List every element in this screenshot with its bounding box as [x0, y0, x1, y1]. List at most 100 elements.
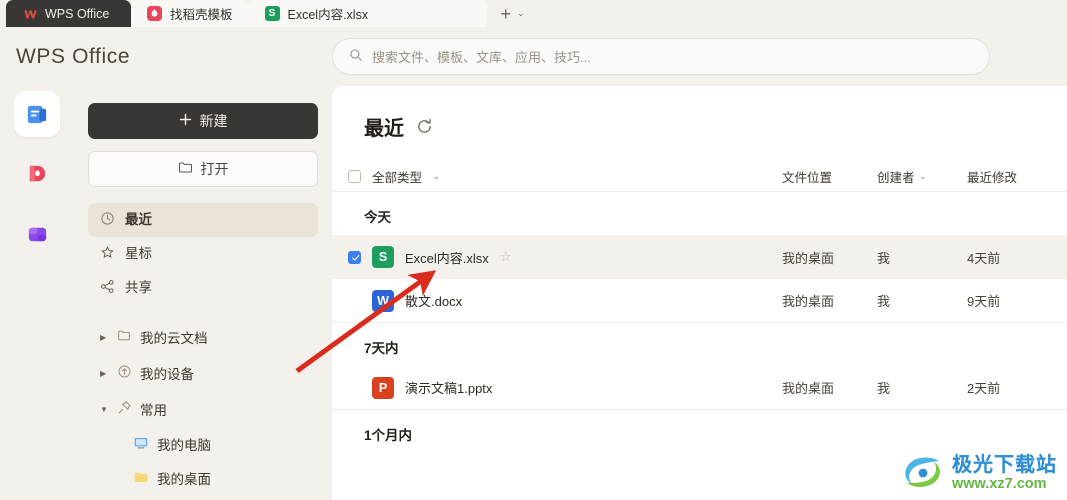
column-creator[interactable]: 创建者 ⌄ [877, 167, 967, 186]
tab-label: Excel内容.xlsx [287, 8, 369, 22]
new-button-label: 新建 [199, 113, 228, 129]
refresh-icon[interactable] [416, 118, 433, 135]
tab-excel-file[interactable]: S Excel内容.xlsx [248, 0, 487, 27]
search-area: 搜索文件、模板、文库、应用、技巧... [332, 38, 1067, 75]
excel-file-icon: S [372, 246, 394, 268]
column-type-filter-label: 全部类型 [372, 171, 423, 185]
select-all-checkbox[interactable] [348, 170, 361, 183]
search-input[interactable]: 搜索文件、模板、文库、应用、技巧... [332, 38, 990, 75]
expand-arrow-icon[interactable]: ▶ [100, 369, 109, 378]
file-creator: 我 [877, 381, 891, 396]
table-row[interactable]: S Excel内容.xlsx ☆ 我的桌面 我 4天前 [332, 235, 1067, 279]
column-type-filter[interactable]: 全部类型 ⌄ [361, 167, 782, 186]
file-creator: 我 [877, 294, 891, 309]
monitor-icon [133, 435, 149, 454]
desktop-folder-icon [133, 469, 149, 488]
docer-app-icon [29, 165, 45, 181]
group-label-within-1-month: 1个月内 [364, 428, 413, 443]
tree-item-label: 常用 [140, 403, 167, 418]
rail-item-documents[interactable] [14, 91, 60, 137]
file-name: 散文.docx [405, 294, 463, 309]
tab-bar: WPS Office 找稻壳模板 S Excel内容.xlsx + ⌄ [0, 0, 1067, 27]
chevron-down-icon[interactable]: ⌄ [517, 9, 525, 18]
expand-arrow-icon[interactable]: ▶ [100, 333, 109, 342]
open-button-label: 打开 [200, 161, 229, 177]
wps-office-window: WPS Office 找稻壳模板 S Excel内容.xlsx + ⌄ WPS … [0, 0, 1067, 500]
powerpoint-file-icon: P [372, 376, 394, 399]
tab-label: 找稻壳模板 [170, 8, 233, 22]
sidebar-item-label: 星标 [125, 246, 152, 262]
search-icon [349, 48, 363, 65]
chevron-down-icon[interactable]: ⌄ [433, 172, 440, 181]
tree-item-my-desktop[interactable]: 我的桌面 [88, 461, 318, 495]
new-tab-button[interactable]: + [501, 5, 512, 23]
file-modified: 9天前 [967, 294, 1001, 309]
folder-icon [117, 328, 132, 346]
sidebar-item-recent[interactable]: 最近 [88, 203, 318, 237]
word-file-icon: W [372, 289, 394, 312]
table-row[interactable]: P 演示文稿1.pptx 我的桌面 我 2天前 [332, 366, 1067, 410]
sidebar-nav-list: 最近 星标 共享 [88, 203, 318, 305]
share-icon [100, 279, 115, 297]
file-location: 我的桌面 [782, 250, 835, 266]
tab-label: WPS Office [45, 6, 110, 21]
group-label-today: 今天 [364, 210, 391, 225]
column-location: 文件位置 [782, 171, 833, 185]
tab-bar-actions: + ⌄ [487, 0, 535, 27]
plus-icon [179, 113, 192, 129]
pin-icon [117, 400, 132, 418]
main-content-panel: 最近 全部类型 ⌄ 文件位置 创建者 ⌄ 最近修改 今天 S Excel内容.x… [332, 86, 1067, 500]
group-label-within-7-days: 7天内 [364, 341, 399, 356]
app-brand-logo: WPS Office [16, 44, 131, 68]
sidebar-item-shared[interactable]: 共享 [88, 271, 318, 305]
tab-wps-office[interactable]: WPS Office [6, 0, 131, 27]
tree-item-my-computer[interactable]: 我的电脑 [88, 427, 318, 461]
chevron-down-icon[interactable]: ⌄ [920, 172, 927, 181]
search-placeholder-text: 搜索文件、模板、文库、应用、技巧... [372, 50, 591, 65]
tree-item-label: 我的桌面 [157, 472, 211, 487]
folder-open-icon [178, 160, 193, 178]
table-column-header: 全部类型 ⌄ 文件位置 创建者 ⌄ 最近修改 [332, 162, 1067, 192]
cloud-upload-icon [117, 364, 132, 382]
tree-item-my-devices[interactable]: ▶ 我的设备 [88, 355, 318, 391]
sidebar-item-label: 共享 [125, 280, 152, 296]
tree-item-label: 我的电脑 [157, 438, 211, 453]
tree-item-label: 我的设备 [140, 367, 194, 382]
tree-item-my-cloud-docs[interactable]: ▶ 我的云文档 [88, 319, 318, 355]
star-icon[interactable]: ☆ [500, 249, 512, 265]
clock-icon [100, 211, 115, 229]
tree-item-frequently-used[interactable]: ▼ 常用 [88, 391, 318, 427]
file-name-cell: S Excel内容.xlsx ☆ [361, 246, 782, 268]
docer-icon [147, 6, 162, 21]
new-button[interactable]: 新建 [88, 103, 318, 139]
wps-logo-icon [22, 6, 37, 21]
file-modified: 2天前 [967, 381, 1001, 396]
sidebar-item-label: 最近 [125, 212, 152, 228]
file-creator: 我 [877, 250, 891, 266]
tab-docer-template[interactable]: 找稻壳模板 [131, 0, 249, 27]
main-header: 最近 [332, 86, 1067, 141]
sidebar-item-starred[interactable]: 星标 [88, 237, 318, 271]
column-creator-label: 创建者 [877, 171, 915, 185]
file-modified: 4天前 [967, 250, 1001, 266]
excel-icon: S [264, 6, 280, 21]
file-name: Excel内容.xlsx [405, 250, 489, 266]
sidebar-tree: ▶ 我的云文档 ▶ 我的设备 ▼ 常用 我的电脑 我的桌面 [88, 319, 318, 495]
sidebar: 新建 打开 最近 星标 共享 ▶ 我的云文档 ▶ 我的设备 ▼ 常用 我的电脑 … [74, 86, 332, 500]
star-icon [100, 245, 115, 263]
tree-item-label: 我的云文档 [140, 331, 208, 346]
file-name: 演示文稿1.pptx [405, 381, 493, 396]
file-name-cell: P 演示文稿1.pptx [361, 376, 782, 399]
apps-grid-icon [28, 227, 46, 241]
open-button[interactable]: 打开 [88, 151, 318, 187]
table-row[interactable]: W 散文.docx 我的桌面 我 9天前 [332, 279, 1067, 323]
rail-item-docer[interactable] [14, 151, 60, 197]
collapse-arrow-icon[interactable]: ▼ [100, 405, 109, 414]
file-name-cell: W 散文.docx [361, 289, 782, 312]
row-checkbox[interactable] [348, 250, 361, 264]
page-title: 最近 [364, 118, 404, 140]
app-icon-rail [0, 86, 74, 500]
top-bar: WPS Office 搜索文件、模板、文库、应用、技巧... [0, 27, 1067, 86]
column-modified: 最近修改 [967, 171, 1018, 185]
rail-item-apps[interactable] [14, 211, 60, 257]
